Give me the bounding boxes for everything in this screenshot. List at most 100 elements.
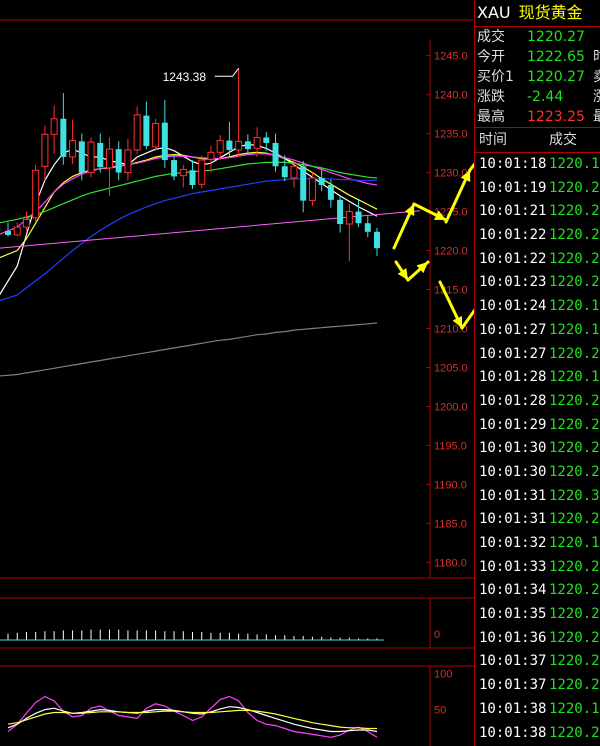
symbol-name: 现货黄金 — [518, 3, 583, 22]
tick-row[interactable]: 10:01:181220.16 — [475, 153, 600, 177]
tick-row[interactable]: 10:01:271220.16 — [475, 319, 600, 343]
tick-price: 1220.19 — [549, 298, 600, 315]
tick-row[interactable]: 10:01:311220.30 — [475, 485, 600, 509]
quote-fields: 成交 1220.27 今开 1222.65 时买价1 1220.27 卖涨跌 -2.44 涨最高… — [475, 27, 600, 127]
tick-time: 10:01:28 — [479, 369, 547, 386]
quote-value: -2.44 — [527, 89, 564, 105]
sub2-y-tick-label: 100 — [434, 668, 452, 680]
tick-time: 10:01:24 — [479, 298, 547, 315]
y-tick-label: 1245.0 — [434, 51, 468, 63]
tick-row[interactable]: 10:01:221220.26 — [475, 224, 600, 248]
kline-chart-area[interactable]: 1245.0 1240.0 1235.0 1230.0 1225.0 1220.0 1215… — [0, 0, 474, 746]
tick-row[interactable]: 10:01:381220.19 — [475, 698, 600, 722]
y-tick-label: 1195.0 — [434, 440, 467, 452]
tick-row[interactable]: 10:01:351220.29 — [475, 603, 600, 627]
tick-time: 10:01:30 — [479, 440, 547, 457]
tick-row[interactable]: 10:01:271220.23 — [475, 343, 600, 367]
tick-row[interactable]: 10:01:381220.27 — [475, 722, 600, 746]
tick-price: 1220.27 — [549, 511, 600, 528]
moving-average-line — [0, 178, 377, 302]
quote-extra-label: 卖 — [593, 67, 600, 87]
tick-row[interactable]: 10:01:331220.24 — [475, 556, 600, 580]
candle-body — [300, 166, 307, 201]
quote-label: 最高 — [477, 109, 505, 125]
candle-body — [216, 140, 224, 153]
quote-label: 涨跌 — [477, 89, 505, 105]
candle-body — [364, 223, 371, 232]
candle-body — [337, 199, 344, 225]
tick-price: 1220.29 — [549, 606, 600, 623]
candle-body — [161, 122, 168, 161]
tick-row[interactable]: 10:01:281220.19 — [475, 366, 600, 390]
candle-body — [318, 178, 325, 186]
candle-body — [143, 115, 150, 147]
y-tick-label: 1180.0 — [434, 557, 467, 569]
tick-row[interactable]: 10:01:211220.28 — [475, 200, 600, 224]
tick-time: 10:01:22 — [479, 227, 547, 244]
y-tick-label: 1215.0 — [434, 285, 468, 297]
tick-row[interactable]: 10:01:311220.27 — [475, 508, 600, 532]
candle-body — [13, 226, 21, 236]
tick-price: 1220.29 — [549, 416, 600, 433]
candle-body — [374, 231, 380, 249]
tick-price: 1220.30 — [549, 487, 600, 504]
tick-row[interactable]: 10:01:301220.28 — [475, 461, 600, 485]
tick-time: 10:01:23 — [479, 274, 547, 291]
quote-row: 买价1 1220.27 卖 — [475, 67, 600, 87]
sub2-y-tick-label: 50 — [434, 705, 446, 717]
candle-body — [22, 218, 30, 228]
tick-row[interactable]: 10:01:341220.22 — [475, 579, 600, 603]
kline-chart[interactable]: 1245.01240.01235.01230.01225.01220.01215… — [0, 0, 474, 746]
tick-row[interactable]: 10:01:221220.24 — [475, 248, 600, 272]
tick-row[interactable]: 10:01:191220.23 — [475, 177, 600, 201]
tick-row[interactable]: 10:01:371220.21 — [475, 650, 600, 674]
tick-price: 1220.26 — [549, 677, 600, 694]
y-tick-label: 1240.0 — [434, 90, 468, 102]
tick-price: 1220.23 — [549, 179, 600, 196]
sub1-y-tick-label: 0 — [434, 629, 440, 641]
tick-time: 10:01:37 — [479, 653, 547, 670]
y-tick-label: 1220.0 — [434, 246, 468, 258]
tick-price: 1220.19 — [549, 535, 600, 551]
candle-body — [198, 159, 206, 185]
tick-price: 1220.23 — [549, 345, 600, 362]
candle-body — [115, 149, 122, 173]
tick-price: 1220.20 — [549, 274, 600, 291]
tick-time: 10:01:38 — [479, 724, 547, 741]
tick-time: 10:01:33 — [479, 558, 547, 575]
tick-row[interactable]: 10:01:231220.20 — [475, 271, 600, 295]
tick-row[interactable]: 10:01:241220.19 — [475, 295, 600, 319]
tick-price: 1220.21 — [549, 653, 600, 670]
tick-row[interactable]: 10:01:371220.26 — [475, 674, 600, 698]
tick-row[interactable]: 10:01:281220.24 — [475, 390, 600, 414]
y-tick-label: 1185.0 — [434, 518, 467, 530]
quote-row: 今开 1222.65 时 — [475, 47, 600, 67]
y-tick-label: 1190.0 — [434, 479, 467, 491]
candle-body — [60, 118, 67, 157]
candle-body — [244, 141, 251, 150]
tick-time: 10:01:31 — [479, 487, 547, 504]
tick-price: 1220.25 — [549, 440, 600, 457]
candle-body — [32, 169, 40, 219]
tick-price: 1220.24 — [549, 392, 600, 409]
tick-row[interactable]: 10:01:361220.27 — [475, 627, 600, 651]
tick-time: 10:01:34 — [479, 582, 547, 599]
tick-time: 10:01:21 — [479, 203, 547, 220]
candle-body — [105, 148, 113, 169]
quote-extra-label: 涨 — [593, 87, 600, 107]
candle-body — [50, 118, 58, 135]
y-tick-label: 1205.0 — [434, 362, 468, 374]
tick-time: 10:01:32 — [479, 535, 547, 551]
candle-body — [226, 140, 233, 150]
ticks-header-price: 成交 — [549, 132, 577, 148]
tick-list[interactable]: 10:01:181220.1610:01:191220.2310:01:2112… — [475, 153, 600, 745]
tick-row[interactable]: 10:01:301220.25 — [475, 437, 600, 461]
tick-row[interactable]: 10:01:321220.19 — [475, 532, 600, 556]
ticks-header-time: 时间 — [479, 132, 507, 148]
tick-row[interactable]: 10:01:291220.29 — [475, 414, 600, 438]
quote-label: 今开 — [477, 49, 505, 65]
tick-time: 10:01:36 — [479, 629, 547, 646]
candle-body — [171, 160, 178, 177]
tick-price: 1220.22 — [549, 582, 600, 599]
candle-body — [290, 165, 298, 179]
